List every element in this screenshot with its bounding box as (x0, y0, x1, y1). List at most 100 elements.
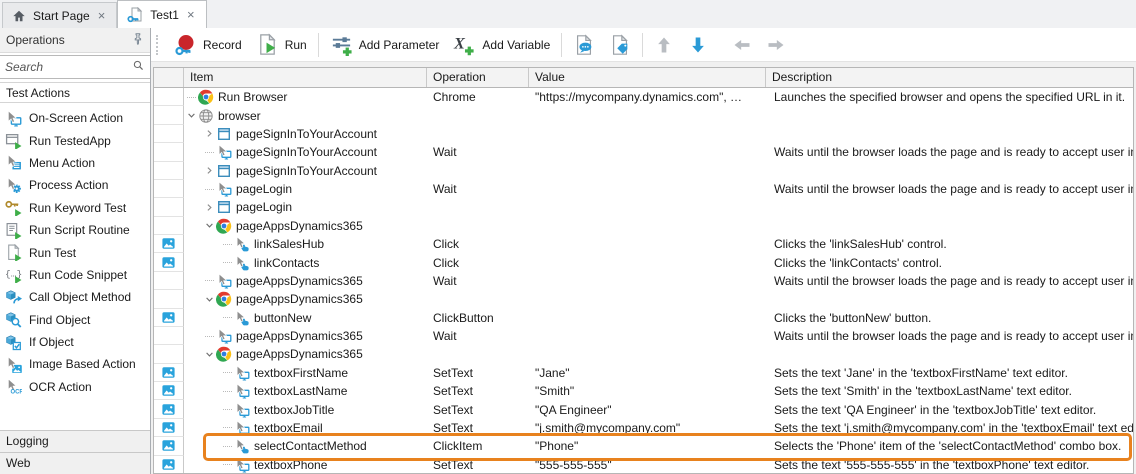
operation-item-run-script-routine[interactable]: Run Script Routine (0, 219, 150, 241)
chevron-down-icon[interactable] (202, 295, 216, 304)
item-label: linkContacts (254, 256, 319, 270)
find-object-icon (5, 311, 22, 328)
operation-item-image-based-action[interactable]: Image Based Action (0, 353, 150, 375)
screenshot-thumbnail-icon[interactable] (161, 439, 176, 452)
move-down-button[interactable] (681, 31, 715, 59)
chevron-right-icon[interactable] (202, 203, 216, 212)
section-web[interactable]: Web (0, 452, 150, 474)
operation-item-label: Run Code Snippet (29, 268, 127, 282)
test-step-row[interactable]: pageAppsDynamics365 (154, 345, 1133, 363)
operation-item-if-object[interactable]: If Object (0, 331, 150, 353)
screenshot-thumbnail-icon[interactable] (161, 237, 176, 250)
screenshot-thumbnail-icon[interactable] (161, 458, 176, 471)
move-up-button[interactable] (647, 31, 681, 59)
add-variable-button[interactable]: X Add Variable (446, 31, 557, 59)
toolbar-drag-handle[interactable] (156, 35, 160, 55)
operation-cell: Click (427, 253, 529, 271)
test-step-row[interactable]: pageAppsDynamics365 (154, 217, 1133, 235)
chevron-down-icon[interactable] (184, 111, 198, 120)
screenshot-thumbnail-icon[interactable] (161, 384, 176, 397)
column-header-description[interactable]: Description (766, 68, 1133, 87)
webclick-icon (234, 255, 250, 271)
chevron-down-icon[interactable] (202, 350, 216, 359)
value-cell (529, 345, 766, 363)
operation-cell: Wait (427, 180, 529, 198)
test-step-row[interactable]: pageAppsDynamics365WaitWaits until the b… (154, 272, 1133, 290)
operation-item-on-screen-action[interactable]: On-Screen Action (0, 107, 150, 129)
tab-test1[interactable]: Test1 × (117, 0, 206, 28)
operation-item-run-keyword-test[interactable]: Run Keyword Test (0, 197, 150, 219)
operation-item-run-testedapp[interactable]: Run TestedApp (0, 129, 150, 151)
add-comment-button[interactable] (566, 31, 602, 59)
chevron-right-icon[interactable] (202, 129, 216, 138)
test-step-row[interactable]: pageAppsDynamics365 (154, 290, 1133, 308)
section-test-actions[interactable]: Test Actions (0, 82, 150, 103)
test-step-row[interactable]: textboxFirstNameSetText"Jane"Sets the te… (154, 364, 1133, 382)
close-icon[interactable]: × (97, 9, 107, 22)
screenshot-thumbnail-icon[interactable] (161, 366, 176, 379)
screenshot-thumbnail-icon[interactable] (161, 421, 176, 434)
column-header-operation[interactable]: Operation (427, 68, 529, 87)
description-cell (766, 290, 1133, 308)
operation-item-run-code-snippet[interactable]: {…}Run Code Snippet (0, 264, 150, 286)
test-step-row[interactable]: buttonNewClickButtonClicks the 'buttonNe… (154, 309, 1133, 327)
operation-item-menu-action[interactable]: Menu Action (0, 152, 150, 174)
close-icon[interactable]: × (186, 8, 196, 21)
test-step-row[interactable]: pageSignInToYourAccount (154, 162, 1133, 180)
test-step-row[interactable]: pageLogin (154, 198, 1133, 216)
screenshot-thumbnail-icon[interactable] (161, 403, 176, 416)
test-step-row[interactable]: pageSignInToYourAccount (154, 125, 1133, 143)
value-cell (529, 290, 766, 308)
operation-cell: Wait (427, 327, 529, 345)
column-header-item[interactable]: Item (184, 68, 427, 87)
test-step-row[interactable]: textboxPhoneSetText"555-555-555"Sets the… (154, 456, 1133, 474)
test-step-row[interactable]: textboxJobTitleSetText"QA Engineer"Sets … (154, 400, 1133, 418)
tab-start-page[interactable]: Start Page × (2, 2, 117, 28)
chevron-down-icon[interactable] (202, 221, 216, 230)
test-step-row[interactable]: linkContactsClickClicks the 'linkContact… (154, 253, 1133, 271)
document-tab-bar: Start Page × Test1 × (0, 0, 1136, 28)
test-step-row[interactable]: browser (154, 106, 1133, 124)
add-parameter-icon (330, 33, 353, 56)
move-left-button[interactable] (725, 31, 759, 59)
operation-item-ocr-action[interactable]: OCROCR Action (0, 376, 150, 398)
run-button[interactable]: Run (249, 31, 314, 59)
section-logging[interactable]: Logging (0, 430, 150, 452)
item-cell: textboxEmail (184, 419, 427, 437)
column-header-gutter (154, 68, 184, 87)
column-header-value[interactable]: Value (529, 68, 766, 87)
row-gutter-cell (154, 364, 184, 382)
operation-item-run-test[interactable]: Run Test (0, 241, 150, 263)
item-label: pageSignInToYourAccount (236, 127, 377, 141)
arrow-left-icon (732, 35, 752, 55)
test-step-row[interactable]: pageLoginWaitWaits until the browser loa… (154, 180, 1133, 198)
item-cell: pageSignInToYourAccount (184, 162, 427, 180)
add-parameter-button[interactable]: Add Parameter (323, 31, 447, 59)
record-button[interactable]: Record (166, 31, 249, 59)
chrome-icon (216, 218, 232, 234)
add-label-button[interactable] (602, 31, 638, 59)
test-step-row[interactable]: Run BrowserChrome"https://mycompany.dyna… (154, 88, 1133, 106)
test-step-row[interactable]: textboxLastNameSetText"Smith"Sets the te… (154, 382, 1133, 400)
test-step-row[interactable]: linkSalesHubClickClicks the 'linkSalesHu… (154, 235, 1133, 253)
onscreen-icon (234, 383, 250, 399)
test-step-row[interactable]: textboxEmailSetText"j.smith@mycompany.co… (154, 419, 1133, 437)
operation-item-process-action[interactable]: Process Action (0, 174, 150, 196)
item-cell: textboxLastName (184, 382, 427, 400)
screenshot-thumbnail-icon[interactable] (161, 311, 176, 324)
test-step-row[interactable]: selectContactMethodClickItem"Phone"Selec… (154, 437, 1133, 455)
tag-icon (609, 34, 631, 56)
operation-item-call-object-method[interactable]: Call Object Method (0, 286, 150, 308)
operation-item-find-object[interactable]: Find Object (0, 309, 150, 331)
move-right-button[interactable] (759, 31, 793, 59)
toolbar-separator (318, 33, 319, 57)
window-icon (216, 126, 232, 142)
test-step-row[interactable]: pageSignInToYourAccountWaitWaits until t… (154, 143, 1133, 161)
description-cell: Selects the 'Phone' item of the 'selectC… (766, 437, 1133, 455)
search-input[interactable] (5, 60, 132, 74)
pin-icon[interactable] (131, 32, 144, 48)
chevron-right-icon[interactable] (202, 166, 216, 175)
value-cell (529, 180, 766, 198)
test-step-row[interactable]: pageAppsDynamics365WaitWaits until the b… (154, 327, 1133, 345)
screenshot-thumbnail-icon[interactable] (161, 256, 176, 269)
